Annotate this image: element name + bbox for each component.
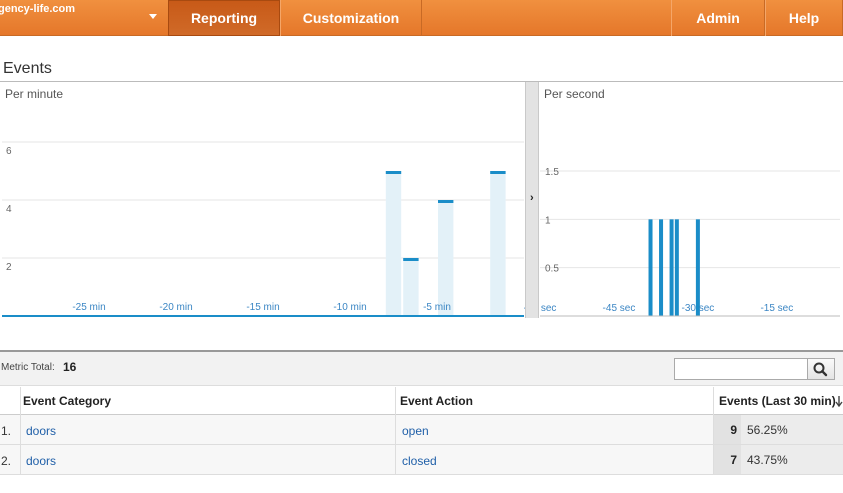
- y-tick-label: 2: [6, 262, 12, 273]
- bar-background: [438, 200, 454, 316]
- events-percent: 43.75%: [741, 445, 843, 474]
- header-event-action[interactable]: Event Action: [400, 394, 473, 408]
- metric-bar: Metric Total: 16: [0, 352, 843, 386]
- y-tick-label: 1.5: [545, 167, 559, 178]
- search-input[interactable]: [674, 358, 808, 380]
- y-tick-label: 0.5: [545, 264, 559, 275]
- x-tick-label: -20 min: [159, 302, 192, 313]
- events-value: 9: [713, 415, 741, 444]
- bar-background: [490, 171, 506, 316]
- header-event-category[interactable]: Event Category: [23, 394, 111, 408]
- x-tick-label: -30 sec: [681, 303, 714, 314]
- table-header: Event Category Event Action Events (Last…: [0, 387, 843, 415]
- row-number: 1.: [1, 424, 12, 438]
- search-button[interactable]: [807, 358, 835, 380]
- x-tick-label: -15 min: [246, 302, 279, 313]
- sort-desc-icon[interactable]: [835, 395, 843, 407]
- nav-help[interactable]: Help: [765, 0, 843, 36]
- bar: [659, 219, 664, 316]
- nav-admin[interactable]: Admin: [671, 0, 765, 36]
- table-row: 2. doors closed 7 43.75%: [0, 445, 843, 475]
- metric-total-value: 16: [63, 360, 77, 374]
- bar-background: [385, 171, 402, 316]
- events-percent: 56.25%: [741, 415, 843, 444]
- x-tick-label: -5 min: [423, 302, 451, 313]
- events-value: 7: [713, 445, 741, 474]
- y-tick-label: 4: [6, 204, 12, 215]
- top-bar: gency-life.com Reporting Customization A…: [0, 0, 843, 36]
- y-tick-label: 6: [6, 146, 12, 157]
- account-name: gency-life.com: [0, 3, 76, 15]
- bar-cap: [403, 258, 419, 261]
- bar-background: [403, 258, 419, 316]
- y-tick-label: 1: [545, 215, 551, 226]
- column-divider: [395, 387, 396, 475]
- bar: [648, 219, 653, 316]
- event-category-link[interactable]: doors: [26, 454, 56, 468]
- x-tick-label: -10 min: [333, 302, 366, 313]
- event-category-link[interactable]: doors: [26, 424, 56, 438]
- account-selector[interactable]: gency-life.com: [0, 0, 168, 36]
- table-row: 1. doors open 9 56.25%: [0, 415, 843, 445]
- bar: [674, 219, 679, 316]
- bar: [669, 219, 674, 316]
- nav-customization[interactable]: Customization: [280, 0, 422, 36]
- bar-cap: [490, 171, 506, 174]
- metric-total-label: Metric Total:: [1, 362, 55, 373]
- x-tick-label: -15 sec: [760, 303, 793, 314]
- column-divider: [713, 387, 714, 475]
- bar-cap: [385, 171, 402, 174]
- x-tick-label: -45 sec: [603, 303, 636, 314]
- header-events[interactable]: Events (Last 30 min): [719, 394, 836, 408]
- event-action-link[interactable]: closed: [402, 454, 437, 468]
- nav-reporting[interactable]: Reporting: [168, 0, 280, 36]
- row-number: 2.: [1, 454, 12, 468]
- chart-splitter[interactable]: ›: [525, 82, 539, 318]
- column-divider: [20, 387, 21, 475]
- section-title: Events: [3, 60, 52, 77]
- bar-cap: [438, 200, 454, 203]
- event-action-link[interactable]: open: [402, 424, 429, 438]
- events-charts: 2 4 6 -25 min -20 min -15 min -10 min -5 min 0.5…: [2, 141, 840, 317]
- x-tick-label: -25 min: [72, 302, 105, 313]
- bar: [695, 219, 700, 316]
- search-icon: [813, 362, 828, 377]
- caret-down-icon: [149, 14, 157, 19]
- arrow-right-icon: ›: [530, 192, 534, 204]
